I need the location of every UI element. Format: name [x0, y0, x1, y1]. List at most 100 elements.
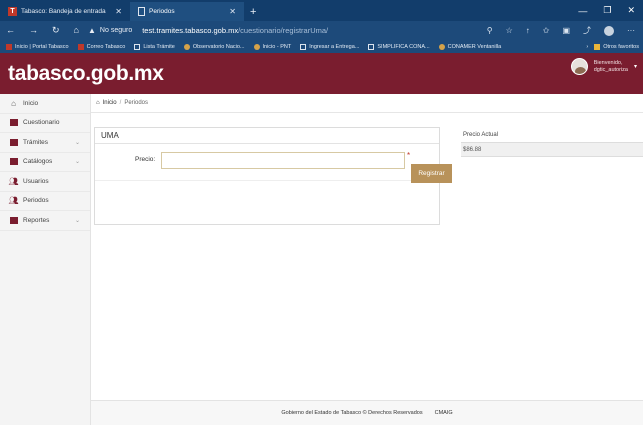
welcome-text: Bienvenido, [593, 59, 623, 66]
current-price-value: $86.88 [461, 142, 643, 157]
document-icon [300, 43, 307, 50]
bookmark-item[interactable]: Inicio - PNT [253, 43, 291, 50]
brand-logo[interactable]: tabasco.gob.mx [8, 62, 164, 86]
other-favorites[interactable]: Otros favoritos [594, 43, 639, 50]
collections-icon[interactable]: ▣ [562, 26, 570, 35]
folder-icon [594, 43, 601, 50]
bookmarks-bar: Inicio | Portal Tabasco Correo Tabasco L… [0, 40, 643, 53]
url-path[interactable]: /cuestionario/registrarUma/ [238, 26, 328, 35]
footer-org: CMAIG [434, 410, 453, 416]
main-content: ⌂ Inicio / Periodos UMA Precio: * Regist… [91, 94, 643, 425]
price-row: Precio: * [95, 151, 441, 169]
current-price-header: Precio Actual [463, 132, 499, 138]
footer: Gobierno del Estado de Tabasco © Derecho… [91, 400, 643, 425]
app-header: tabasco.gob.mx Bienvenido, dgtic_autoriz… [0, 53, 643, 94]
bookmark-item[interactable]: Lista Trámite [134, 43, 175, 50]
price-label: Precio: [135, 156, 156, 163]
document-icon [368, 43, 375, 50]
refresh-icon[interactable]: ↻ [52, 25, 60, 36]
chevron-down-icon[interactable]: ▾ [634, 63, 637, 70]
star-icon[interactable]: ☆ [506, 26, 513, 35]
document-icon [134, 43, 141, 50]
sidebar-item-cuestionario[interactable]: Cuestionario [0, 114, 90, 133]
sidebar-item-periodos[interactable]: 👥︎ Periodos [0, 192, 90, 211]
extension-icon[interactable]: ↑ [526, 26, 530, 35]
home-icon[interactable]: ⌂ [96, 100, 100, 106]
username: dgtic_autoriza [593, 66, 628, 73]
bookmark-item[interactable]: CONAMER Ventanilla [438, 43, 501, 50]
sidebar-item-label: Reportes [23, 216, 50, 224]
home-icon: ⌂ [11, 98, 16, 108]
tab-label: Tabasco: Bandeja de entrada [21, 8, 106, 15]
sidebar-item-label: Periodos [23, 197, 49, 205]
divider [95, 180, 439, 181]
folder-icon [9, 157, 18, 166]
address-bar: ← → ↻ ⌂ ▲ No seguro test.tramites.tabasc… [0, 21, 643, 40]
browser-tab-inbox[interactable]: T Tabasco: Bandeja de entrada ✕ [0, 2, 130, 21]
tab-label: Periodos [149, 8, 175, 15]
panel-title: UMA [95, 128, 439, 144]
security-label[interactable]: No seguro [100, 27, 132, 34]
sidebar-item-label: Catálogos [23, 158, 53, 166]
sidebar-item-tramites[interactable]: Trámites ⌄ [0, 133, 90, 153]
chevron-down-icon: ⌄ [74, 139, 80, 146]
breadcrumb: ⌂ Inicio / Periodos [91, 94, 643, 113]
price-input[interactable] [161, 152, 405, 169]
back-icon[interactable]: ← [6, 25, 15, 36]
current-price-box: Precio Actual $86.88 [461, 128, 643, 160]
browser-tab-periodos[interactable]: Periodos ✕ [130, 2, 244, 21]
close-icon[interactable]: ✕ [229, 7, 236, 16]
sidebar-item-catalogos[interactable]: Catálogos ⌄ [0, 153, 90, 172]
sidebar-item-label: Cuestionario [23, 119, 60, 127]
breadcrumb-home[interactable]: Inicio [103, 100, 117, 106]
sidebar-item-inicio[interactable]: ⌂ Inicio [0, 94, 90, 114]
sidebar: ⌂ Inicio Cuestionario Trámites ⌄ Catálog… [0, 94, 91, 425]
sidebar-item-usuarios[interactable]: 👥︎ Usuarios [0, 172, 90, 192]
required-marker: * [407, 151, 411, 160]
close-window-icon[interactable]: ✕ [627, 5, 635, 16]
tabasco-logo-icon [77, 43, 84, 50]
folder-icon [9, 138, 18, 147]
more-icon[interactable]: ··· [627, 26, 635, 35]
user-menu[interactable]: Bienvenido, dgtic_autoriza ▾ [570, 58, 637, 75]
url-host[interactable]: test.tramites.tabasco.gob.mx [142, 26, 238, 35]
bookmark-item[interactable]: Ingresar a Entrega... [300, 43, 359, 50]
minimize-icon[interactable]: — [578, 6, 587, 16]
window-controls: — ❐ ✕ [578, 0, 643, 21]
favorites-icon[interactable]: ✩ [543, 26, 550, 35]
conamer-icon [438, 43, 445, 50]
pnt-icon [253, 43, 260, 50]
sidebar-item-label: Trámites [23, 138, 49, 146]
maximize-icon[interactable]: ❐ [603, 5, 611, 16]
bookmark-item[interactable]: Observatorio Nacio... [183, 43, 245, 50]
chevron-down-icon: ⌄ [74, 217, 80, 224]
profile-icon[interactable] [604, 25, 614, 36]
home-icon[interactable]: ⌂ [74, 25, 79, 36]
close-icon[interactable]: ✕ [115, 7, 122, 16]
users-icon: 👥︎ [8, 176, 19, 186]
browser-tab-bar: T Tabasco: Bandeja de entrada ✕ Periodos… [0, 0, 643, 21]
sidebar-item-label: Usuarios [23, 177, 49, 185]
footer-text: Gobierno del Estado de Tabasco © Derecho… [281, 410, 423, 416]
tabasco-logo-icon: T [8, 7, 17, 16]
new-tab-icon[interactable]: + [244, 6, 262, 21]
tabasco-logo-icon [6, 43, 12, 50]
warning-icon[interactable]: ▲ [88, 26, 96, 35]
bookmark-item[interactable]: Inicio | Portal Tabasco [6, 43, 69, 50]
bookmark-item[interactable]: SIMPLIFICA CONA... [368, 43, 430, 50]
avatar[interactable] [570, 58, 588, 75]
breadcrumb-separator: / [119, 100, 122, 106]
breadcrumb-current: Periodos [124, 100, 148, 106]
folder-icon [9, 216, 18, 225]
bookmark-item[interactable]: Correo Tabasco [77, 43, 125, 50]
register-button[interactable]: Registrar [411, 164, 452, 183]
uma-form-panel: UMA Precio: * [94, 127, 440, 225]
forward-icon[interactable]: → [29, 25, 38, 36]
globe-icon [183, 43, 190, 50]
zoom-icon[interactable]: ⚲ [487, 26, 493, 35]
sidebar-item-label: Inicio [23, 99, 39, 107]
chevron-right-icon[interactable]: › [586, 44, 588, 50]
sidebar-item-reportes[interactable]: Reportes ⌄ [0, 211, 90, 231]
document-icon [138, 7, 145, 16]
share-icon[interactable]: ⤴ [583, 25, 591, 36]
